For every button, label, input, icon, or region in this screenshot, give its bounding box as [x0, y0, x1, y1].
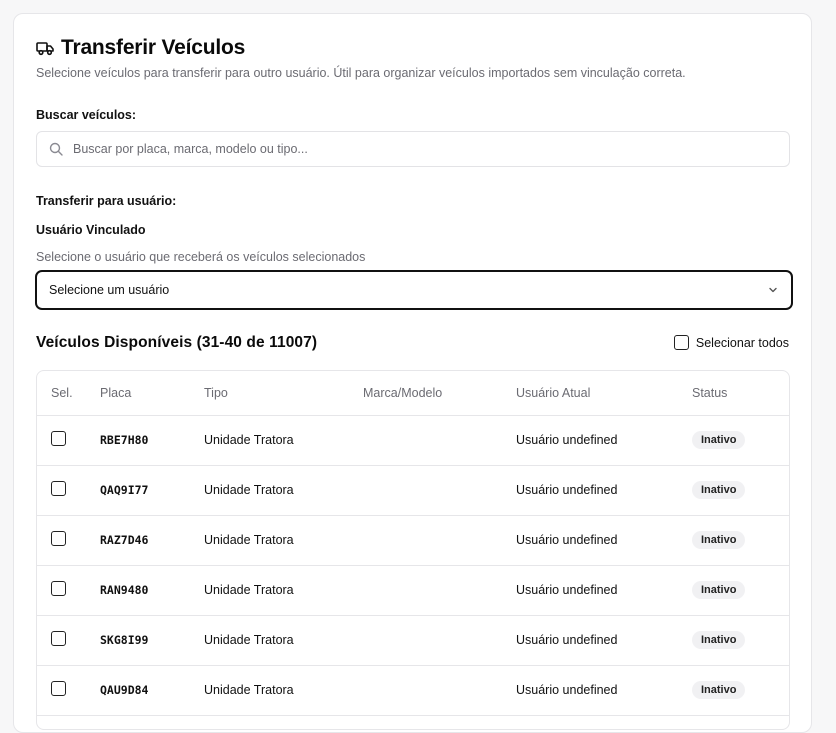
table-row[interactable]: QAQ9I77 Unidade Tratora Usuário undefine… [37, 465, 789, 516]
user-select-value: Selecione um usuário [49, 283, 170, 297]
table-row[interactable]: SKG8I99 Unidade Tratora Usuário undefine… [37, 615, 789, 666]
type-cell: Unidade Tratora [204, 615, 363, 666]
status-badge: Inativo [692, 431, 746, 449]
table-header-row: Sel. Placa Tipo Marca/Modelo Usuário Atu… [37, 371, 789, 416]
plate-cell: RAZ7D46 [100, 515, 204, 566]
select-all-label[interactable]: Selecionar todos [696, 336, 789, 350]
brand-model-cell [363, 615, 516, 666]
brand-model-cell [363, 565, 516, 616]
column-header-status: Status [692, 371, 789, 416]
row-checkbox[interactable] [51, 581, 66, 596]
status-badge: Inativo [692, 481, 746, 499]
plate-cell: RAN9480 [100, 565, 204, 616]
plate-cell: RBE7H80 [100, 415, 204, 466]
vehicles-table: Sel. Placa Tipo Marca/Modelo Usuário Atu… [36, 370, 790, 730]
row-checkbox[interactable] [51, 681, 66, 696]
table-row[interactable]: RAZ7D46 Unidade Tratora Usuário undefine… [37, 515, 789, 566]
row-checkbox[interactable] [51, 431, 66, 446]
brand-model-cell [363, 465, 516, 516]
brand-model-cell [363, 415, 516, 466]
search-input[interactable] [73, 142, 753, 156]
type-cell: Unidade Tratora [204, 565, 363, 616]
search-box[interactable] [36, 131, 790, 167]
search-icon [49, 142, 63, 156]
current-user-cell: Usuário undefined [516, 515, 692, 566]
column-header-placa: Placa [100, 371, 204, 416]
current-user-cell: Usuário undefined [516, 465, 692, 516]
status-badge: Inativo [692, 631, 746, 649]
select-all-control[interactable]: Selecionar todos [673, 335, 789, 350]
current-user-cell: Usuário undefined [516, 565, 692, 616]
linked-user-hint: Selecione o usuário que receberá os veíc… [36, 250, 366, 264]
card-header: Transferir Veículos [36, 36, 245, 60]
row-checkbox[interactable] [51, 531, 66, 546]
row-checkbox[interactable] [51, 631, 66, 646]
type-cell: Unidade Tratora [204, 665, 363, 716]
plate-cell: SKG8I99 [100, 615, 204, 666]
status-badge: Inativo [692, 531, 746, 549]
brand-model-cell [363, 665, 516, 716]
type-cell: Unidade Tratora [204, 515, 363, 566]
page-subtitle: Selecione veículos para transferir para … [36, 66, 686, 80]
user-select[interactable]: Selecione um usuário [35, 270, 793, 310]
row-checkbox[interactable] [51, 481, 66, 496]
truck-icon [36, 40, 54, 56]
column-header-marca: Marca/Modelo [363, 371, 516, 416]
type-cell: Unidade Tratora [204, 415, 363, 466]
linked-user-label: Usuário Vinculado [36, 223, 146, 237]
vehicles-section-title: Veículos Disponíveis (31-40 de 11007) [36, 334, 318, 351]
table-row[interactable]: RBE7H80 Unidade Tratora Usuário undefine… [37, 415, 789, 466]
current-user-cell: Usuário undefined [516, 615, 692, 666]
column-header-tipo: Tipo [204, 371, 363, 416]
transfer-label: Transferir para usuário: [36, 194, 177, 208]
brand-model-cell [363, 515, 516, 566]
plate-cell: QAQ9I77 [100, 465, 204, 516]
page-title: Transferir Veículos [61, 36, 246, 59]
current-user-cell: Usuário undefined [516, 415, 692, 466]
table-row[interactable]: RAN9480 Unidade Tratora Usuário undefine… [37, 565, 789, 616]
type-cell: Unidade Tratora [204, 465, 363, 516]
transfer-vehicles-card: Transferir Veículos Selecione veículos p… [13, 13, 812, 733]
plate-cell: QAU9D84 [100, 665, 204, 716]
column-header-usuario: Usuário Atual [516, 371, 692, 416]
table-row[interactable]: QAU9D84 Unidade Tratora Usuário undefine… [37, 665, 789, 716]
status-badge: Inativo [692, 681, 746, 699]
chevron-down-icon [767, 284, 779, 296]
search-label: Buscar veículos: [36, 108, 137, 122]
column-header-sel: Sel. [37, 371, 100, 416]
current-user-cell: Usuário undefined [516, 665, 692, 716]
status-badge: Inativo [692, 581, 746, 599]
select-all-checkbox[interactable] [673, 335, 689, 350]
